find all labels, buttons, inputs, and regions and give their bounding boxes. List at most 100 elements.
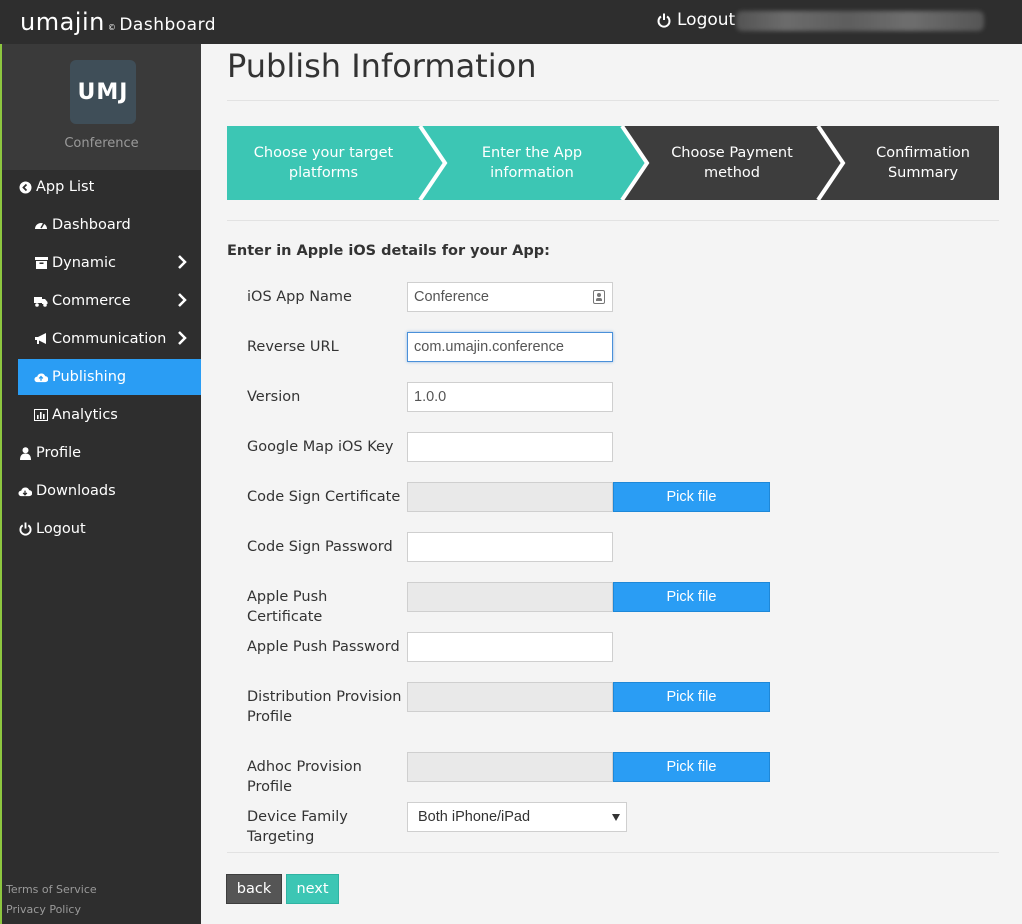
contact-card-icon[interactable] [593,290,605,304]
sidebar-item-profile[interactable]: Profile [18,435,201,471]
google-map-key-input[interactable] [407,432,613,462]
sidebar-item-dashboard[interactable]: Dashboard [18,207,201,243]
top-bar: umajin © Dashboard Logout [0,0,1022,44]
chevron-right-icon [178,255,187,269]
sidebar: UMJ Conference App List Dashboard Dynami… [0,44,201,924]
sidebar-item-commerce[interactable]: Commerce [18,283,201,319]
dropdown-arrow-icon [612,814,620,821]
sidebar-item-dynamic[interactable]: Dynamic [18,245,201,281]
sidebar-item-label: Profile [36,445,82,461]
dashboard-gauge-icon [34,218,48,232]
divider [227,852,999,853]
page-title: Publish Information [227,47,537,85]
distribution-profile-pick-button[interactable]: Pick file [613,682,770,712]
sidebar-item-communication[interactable]: Communication [18,321,201,357]
archive-box-icon [34,256,48,270]
sidebar-item-app-list[interactable]: App List [18,169,201,205]
device-family-select[interactable]: Both iPhone/iPad [407,802,627,832]
sidebar-item-label: Dashboard [52,217,131,233]
app-header: UMJ Conference [2,44,201,170]
ios-app-name-input[interactable]: Conference [407,282,613,312]
logo-subtitle: Dashboard [119,15,217,35]
code-sign-password-label: Code Sign Password [247,539,393,555]
app-tile[interactable]: UMJ [70,60,136,124]
step-confirmation-summary[interactable]: Confirmation Summary [830,126,1016,200]
header-logout-button[interactable]: Logout [657,10,735,30]
reverse-url-value: com.umajin.conference [414,339,564,355]
ios-app-name-label: iOS App Name [247,289,352,305]
chevron-right-icon [178,331,187,345]
sidebar-item-logout[interactable]: Logout [18,511,201,547]
wizard-steps: Choose your target platforms Enter the Ap… [227,126,999,200]
app-name: Conference [64,136,139,151]
step-line: Confirmation [876,145,970,161]
apple-push-certificate-pick-button[interactable]: Pick file [613,582,770,612]
bullhorn-icon [34,332,48,346]
arrow-circle-left-icon [18,180,32,194]
truck-icon [34,294,48,308]
distribution-profile-field [407,682,613,712]
step-line: information [490,165,574,181]
step-line: Summary [887,165,959,181]
code-sign-password-input[interactable] [407,532,613,562]
apple-push-password-label: Apple Push Password [247,639,400,655]
sidebar-item-publishing[interactable]: Publishing [18,359,201,395]
device-family-value: Both iPhone/iPad [418,809,531,825]
distribution-profile-label: Distribution Provision Profile [247,689,402,725]
sidebar-footer: Terms of Service Privacy Policy [6,880,97,920]
terms-of-service-link[interactable]: Terms of Service [6,880,97,900]
sidebar-item-label: Publishing [52,369,127,385]
divider [227,220,999,221]
version-label: Version [247,389,301,405]
sidebar-item-downloads[interactable]: Downloads [18,473,201,509]
ios-app-name-value: Conference [414,289,489,305]
step-line: platforms [288,165,359,181]
sidebar-item-analytics[interactable]: Analytics [18,397,201,433]
sidebar-item-label: Communication [52,331,167,347]
umajin-logo[interactable]: umajin © Dashboard [20,8,216,36]
back-button[interactable]: back [226,874,282,904]
reverse-url-input[interactable]: com.umajin.conference [407,332,613,362]
logo-trademark: © [107,23,117,32]
sidebar-item-label: Downloads [36,483,116,499]
step-enter-app-info[interactable]: Enter the App information [432,126,632,200]
google-map-key-label: Google Map iOS Key [247,439,394,455]
chevron-right-icon [178,293,187,307]
sidebar-item-label: App List [36,179,95,195]
power-icon [18,522,32,536]
apple-push-certificate-field [407,582,613,612]
step-choose-platforms[interactable]: Choose your target platforms [227,126,420,200]
adhoc-profile-field [407,752,613,782]
bar-chart-icon [34,408,48,422]
adhoc-profile-pick-button[interactable]: Pick file [613,752,770,782]
blurred-user-name [736,11,984,31]
step-line: Enter the App [481,145,583,161]
logo-brand: umajin [20,8,105,36]
version-input[interactable]: 1.0.0 [407,382,613,412]
step-line: Choose your target [253,145,394,161]
apple-push-password-input[interactable] [407,632,613,662]
step-line: method [704,165,760,181]
device-family-label: Device Family Targeting [247,809,348,845]
main-content: Publish Information Choose your target pl… [201,44,1022,924]
sidebar-item-label: Dynamic [52,255,116,271]
version-value: 1.0.0 [414,389,447,405]
adhoc-profile-label: Adhoc Provision Profile [247,759,362,795]
power-icon [657,13,671,28]
reverse-url-label: Reverse URL [247,339,339,355]
step-choose-payment[interactable]: Choose Payment method [634,126,830,200]
cloud-upload-icon [34,370,48,384]
privacy-policy-link[interactable]: Privacy Policy [6,900,97,920]
user-icon [18,446,32,460]
divider [227,100,999,101]
section-title: Enter in Apple iOS details for your App: [227,243,550,259]
code-sign-certificate-pick-button[interactable]: Pick file [613,482,770,512]
next-button[interactable]: next [286,874,339,904]
sidebar-item-label: Commerce [52,293,131,309]
code-sign-certificate-label: Code Sign Certificate [247,489,401,505]
step-line: Choose Payment [671,145,793,161]
sidebar-item-label: Logout [36,521,86,537]
header-logout-label: Logout [677,10,736,30]
sidebar-item-label: Analytics [52,407,118,423]
code-sign-certificate-field [407,482,613,512]
